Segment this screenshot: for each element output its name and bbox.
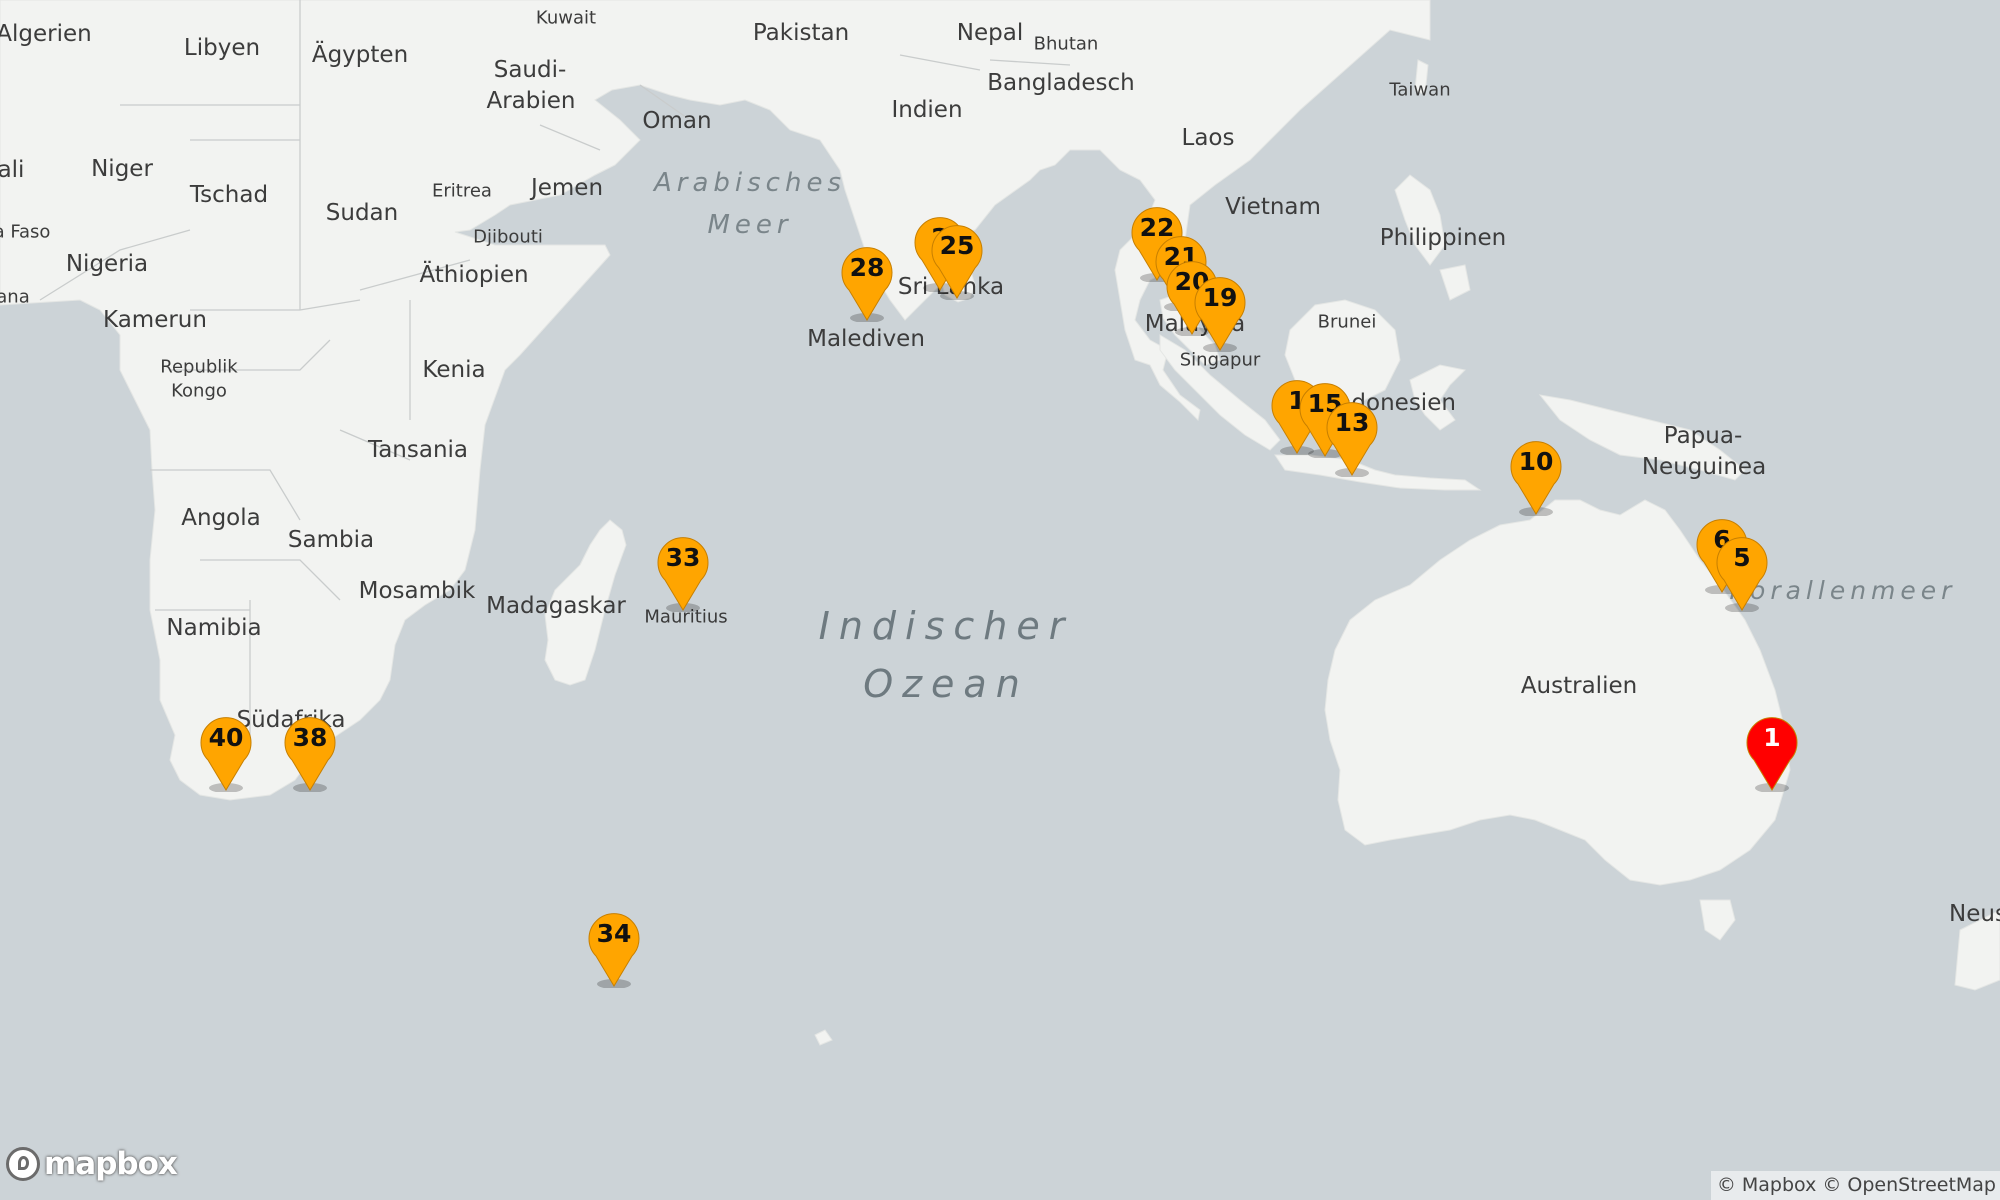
label-tschad: Tschad [189,182,269,208]
label-mali-partial: ali [0,157,25,183]
label-tansania: Tansania [367,437,469,463]
marker-number: 28 [849,253,885,282]
map-marker[interactable]: 40 [198,716,254,792]
label-nigeria: Nigeria [65,251,149,277]
map-marker[interactable]: 33 [655,536,711,612]
label-libyen: Libyen [183,35,261,61]
label-ghana-partial: ana [0,286,30,308]
label-kongo-2: Kongo [171,380,227,402]
marker-number: 34 [596,919,632,948]
map-marker[interactable]: 25 [929,224,985,300]
label-aegypten: Ägypten [311,42,409,68]
map-marker[interactable]: 28 [839,246,895,322]
label-laos: Laos [1181,125,1235,151]
label-aethiopien: Äthiopien [419,262,529,288]
label-djibouti: Djibouti [473,226,543,248]
arabian-sea-line1: Arabisches [654,168,846,198]
label-namibia: Namibia [166,615,262,641]
indian-ocean-line1: Indischer [818,604,1074,648]
label-kamerun: Kamerun [103,307,207,333]
marker-number: 40 [208,723,244,752]
map-canvas[interactable]: Algerien Libyen Ägypten Saudi- Arabien P… [0,0,2000,1200]
marker-number: 25 [939,231,975,260]
marker-number: 33 [665,543,701,572]
label-bangladesch: Bangladesch [987,70,1135,96]
label-kenia: Kenia [422,357,486,383]
label-kuwait: Kuwait [535,7,597,29]
label-australien: Australien [1520,673,1638,699]
label-philippinen: Philippinen [1379,225,1507,251]
indian-ocean-label: Indischer Ozean [819,597,1074,713]
marker-number: 5 [1733,543,1751,572]
label-vietnam: Vietnam [1225,194,1321,220]
label-kongo-1: Republik [160,356,238,378]
marker-number: 1 [1763,723,1781,752]
mapbox-logo-text: mapbox [44,1146,178,1182]
label-papua-2: Neuguinea [1641,454,1767,480]
label-eritrea: Eritrea [432,180,492,202]
attribution[interactable]: © Mapbox © OpenStreetMap [1710,1171,2000,1200]
label-maledivien: Malediven [807,326,925,352]
label-jemen: Jemen [530,175,604,201]
arabian-sea-label: Arabisches Meer [654,162,846,246]
map-marker[interactable]: 10 [1508,440,1564,516]
label-angola: Angola [181,505,261,531]
label-taiwan: Taiwan [1389,79,1451,101]
label-singapur: Singapur [1179,349,1261,371]
label-indien: Indien [891,97,963,123]
label-saudi-2: Arabien [486,88,576,114]
label-sambia: Sambia [287,527,375,553]
marker-number: 38 [292,723,328,752]
map-marker[interactable]: 13 [1324,401,1380,477]
label-papua-1: Papua- [1663,423,1743,449]
label-oman: Oman [642,108,712,134]
marker-number: 19 [1202,283,1238,312]
label-nepal: Nepal [956,20,1024,46]
mapbox-logo[interactable]: mapbox [6,1146,178,1182]
map-marker[interactable]: 19 [1192,276,1248,352]
label-sudan: Sudan [325,200,399,226]
label-mosambik: Mosambik [358,578,476,604]
marker-number: 13 [1334,408,1370,437]
label-pakistan: Pakistan [752,20,850,46]
arabian-sea-line2: Meer [707,210,793,240]
indian-ocean-line2: Ozean [863,662,1029,706]
map-marker[interactable]: 38 [282,716,338,792]
map-marker[interactable]: 34 [586,912,642,988]
map-marker[interactable]: 1 [1744,716,1800,792]
label-madagaskar: Madagaskar [486,593,626,619]
label-bhutan: Bhutan [1033,33,1099,55]
label-burkina-partial: a Faso [0,221,51,243]
label-niger: Niger [91,156,153,182]
label-saudi-1: Saudi- [493,57,567,83]
mapbox-logo-icon [6,1147,40,1181]
label-algerien: Algerien [0,21,92,47]
map-marker[interactable]: 5 [1714,536,1770,612]
label-brunei: Brunei [1317,311,1377,333]
label-neuseeland-partial: Neus [1949,901,2000,927]
marker-number: 10 [1518,447,1554,476]
